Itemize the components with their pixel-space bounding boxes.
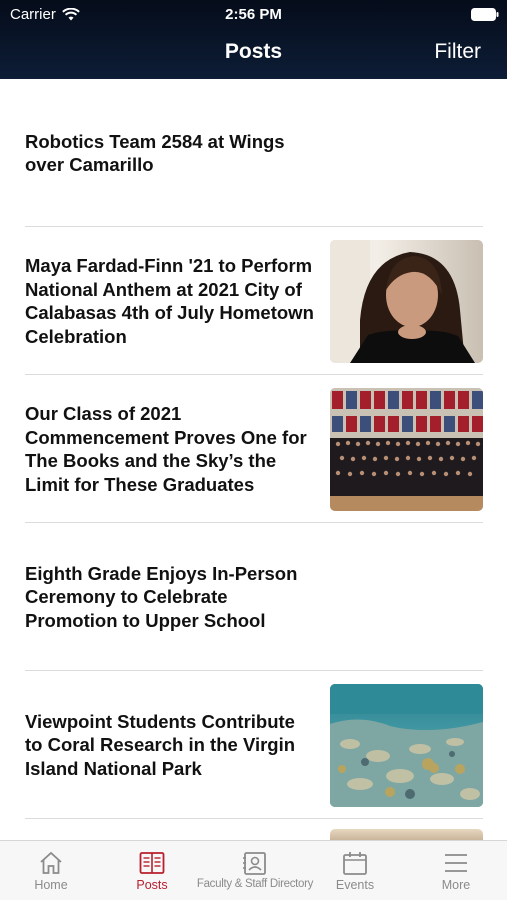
post-item[interactable]: Maya Fardad-Finn '21 to Perform National… [25,227,483,375]
home-icon [40,851,62,874]
post-title: Viewpoint Students Contribute to Coral R… [25,710,296,779]
status-time: 2:56 PM [225,6,282,23]
tab-bar: Home Posts Faculty & Staff Directory Eve… [0,840,507,900]
tab-home[interactable]: Home [12,841,90,901]
tab-label: Faculty & Staff Directory [196,878,314,890]
nav-header: Carrier 2:56 PM Posts Filter [0,0,507,79]
post-item[interactable]: Eighth Grade Enjoys In-Person Ceremony t… [25,523,483,671]
tab-posts[interactable]: Posts [113,841,191,901]
contact-card-icon [243,852,266,875]
tab-label: Home [34,878,68,892]
post-item[interactable]: Robotics Team 2584 at Wings over Camaril… [25,79,483,227]
divider [25,818,483,819]
graduates-group-photo [330,387,483,511]
post-title: Maya Fardad-Finn '21 to Perform National… [25,255,314,347]
post-title: Robotics Team 2584 at Wings over Camaril… [25,130,285,176]
coral-reef-photo [330,683,483,807]
tab-label: Posts [136,878,168,892]
post-item[interactable]: Viewpoint Students Contribute to Coral R… [25,671,483,819]
post-item[interactable]: Our Class of 2021 Commencement Proves On… [25,375,483,523]
filter-button[interactable]: Filter [434,40,481,64]
status-bar: Carrier 2:56 PM [0,4,507,26]
student-portrait-photo [330,239,483,363]
posts-feed[interactable]: Robotics Team 2584 at Wings over Camaril… [0,79,507,840]
menu-icon [445,854,467,872]
battery-icon [471,8,499,21]
tab-faculty-staff-directory[interactable]: Faculty & Staff Directory [196,841,314,901]
post-title: Eighth Grade Enjoys In-Person Ceremony t… [25,562,298,631]
newspaper-icon [139,852,165,874]
tab-events[interactable]: Events [316,841,394,901]
page-title: Posts [224,40,283,63]
tab-more[interactable]: More [417,841,495,901]
next-post-thumbnail [330,829,483,840]
calendar-icon [343,852,367,875]
tab-label: More [441,878,471,892]
tab-label: Events [335,878,375,892]
post-title: Our Class of 2021 Commencement Proves On… [25,403,307,495]
